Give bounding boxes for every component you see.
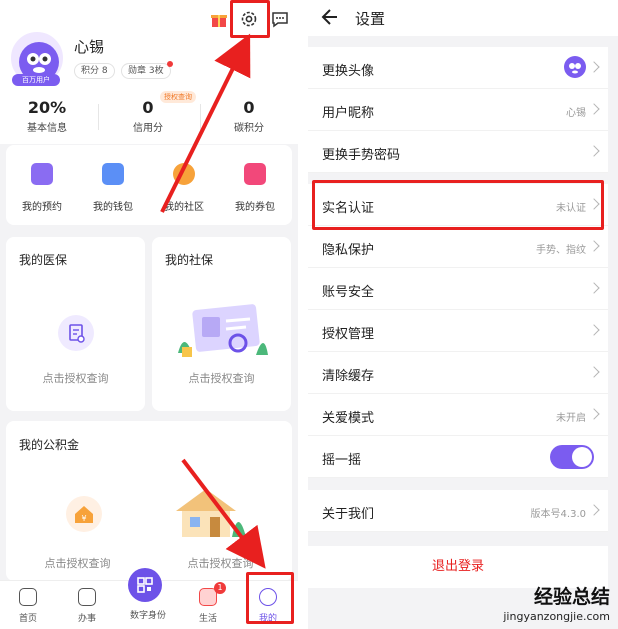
toggle-knob (572, 447, 592, 467)
chevron-right-icon (588, 240, 600, 252)
chevron-right-icon (588, 145, 600, 157)
shake-toggle[interactable] (550, 445, 594, 469)
row-value: 版本号4.3.0 (530, 509, 586, 520)
settings-row-avatar[interactable]: 更换头像 (308, 47, 608, 89)
watermark-url: jingyanzongjie.com (503, 610, 610, 623)
chevron-right-icon (588, 282, 600, 294)
avatar (564, 56, 586, 78)
page-title: 设置 (355, 10, 386, 28)
back-arrow-icon[interactable] (320, 7, 340, 27)
highlight-box-real-name-auth (312, 180, 604, 230)
watermark: 经验总结 jingyanzongjie.com (503, 582, 610, 623)
chevron-right-icon (588, 504, 600, 516)
row-label: 清除缓存 (322, 369, 375, 384)
settings-row-about[interactable]: 关于我们 版本号4.3.0 (308, 490, 608, 532)
row-label: 用户昵称 (322, 106, 375, 121)
settings-row-gesture-password[interactable]: 更换手势密码 (308, 131, 608, 173)
chevron-right-icon (588, 61, 600, 73)
chevron-right-icon (588, 366, 600, 378)
screenshot-root: 百万用户 心锡 积分 8 勋章 3枚 授权查询 20% 基本信息 0 信用分 0… (0, 0, 618, 629)
row-label: 更换手势密码 (322, 148, 401, 163)
settings-header: 设置 (308, 0, 618, 36)
annotation-arrows (160, 33, 266, 569)
chevron-right-icon (588, 103, 600, 115)
logout-label: 退出登录 (431, 559, 484, 574)
row-label: 关爱模式 (322, 411, 375, 426)
settings-row-care-mode[interactable]: 关爱模式 未开启 (308, 394, 608, 436)
settings-row-authorization[interactable]: 授权管理 (308, 310, 608, 352)
settings-row-clear-cache[interactable]: 清除缓存 (308, 352, 608, 394)
row-label: 隐私保护 (322, 243, 375, 258)
settings-row-privacy[interactable]: 隐私保护 手势、指纹 (308, 226, 608, 268)
row-label: 摇一摇 (322, 453, 362, 468)
row-value: 未开启 (556, 413, 586, 424)
chevron-right-icon (588, 408, 600, 420)
settings-row-nickname[interactable]: 用户昵称 心锡 (308, 89, 608, 131)
settings-row-account-security[interactable]: 账号安全 (308, 268, 608, 310)
chevron-right-icon (588, 324, 600, 336)
row-label: 更换头像 (322, 64, 375, 79)
settings-row-shake: 摇一摇 (308, 436, 608, 478)
row-label: 关于我们 (322, 507, 375, 522)
profile-page: 百万用户 心锡 积分 8 勋章 3枚 授权查询 20% 基本信息 0 信用分 0… (0, 0, 298, 629)
row-value: 手势、指纹 (536, 245, 586, 256)
row-value: 心锡 (566, 108, 586, 119)
row-label: 授权管理 (322, 327, 375, 342)
watermark-title: 经验总结 (533, 586, 610, 608)
row-label: 账号安全 (322, 285, 375, 300)
settings-page: 设置 更换头像 用户昵称 心锡 更换手势密码 实名认证 未认证 隐私保护 手势、… (308, 0, 618, 629)
